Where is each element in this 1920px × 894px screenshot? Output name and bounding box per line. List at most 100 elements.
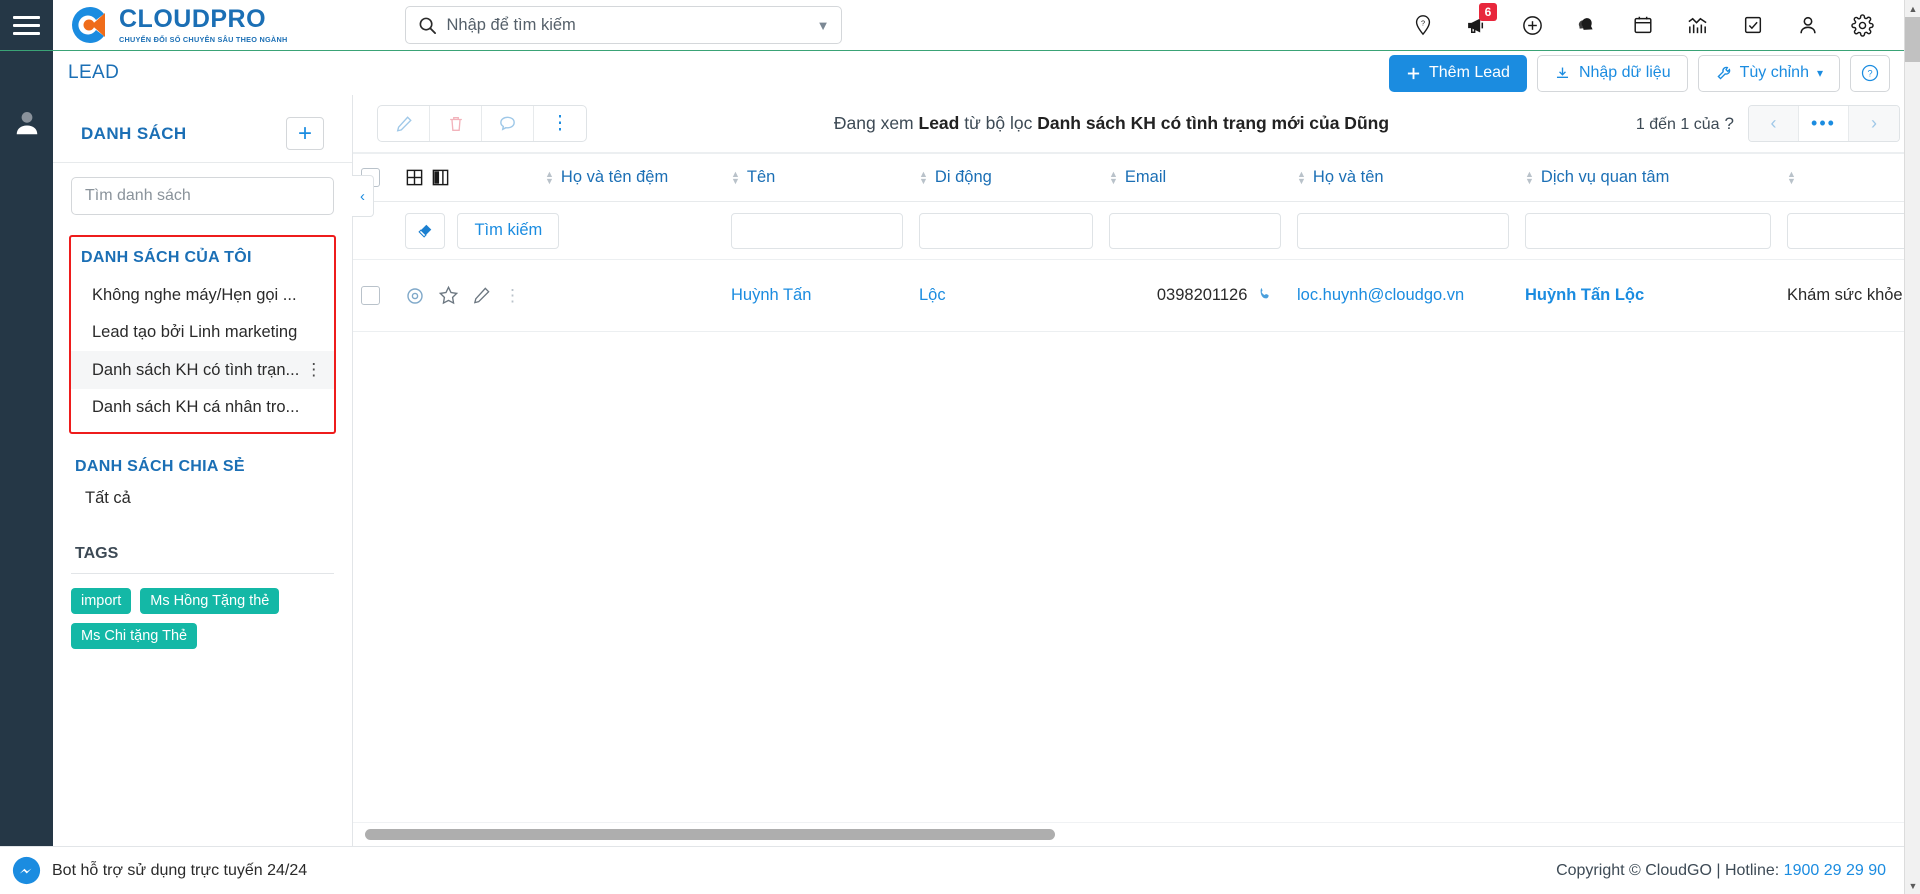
sidebar-collapse-button[interactable]: ‹ <box>352 175 374 217</box>
cell-link[interactable]: Lộc <box>919 286 946 304</box>
sidebar-shared-item-0[interactable]: Tất cả <box>53 480 352 517</box>
sort-icon[interactable]: ▲ ▼ <box>1525 169 1534 185</box>
column-header-dich-vu-quan-tam[interactable]: ▲ ▼ Dịch vụ quan tâm <box>1517 153 1779 202</box>
filter-input-cell-1 <box>911 201 1101 260</box>
pagination-label: 1 đến 1 của? <box>1636 114 1734 134</box>
filter-input-di-dong[interactable] <box>1109 212 1281 249</box>
sidebar-list-item-2[interactable]: Danh sách KH có tình trạn... ⋮ <box>71 351 334 389</box>
edit-icon[interactable] <box>472 286 491 305</box>
page-scrollbar[interactable]: ▲ ▼ <box>1904 0 1920 894</box>
location-help-icon[interactable]: ? <box>1395 0 1450 50</box>
filter-input-ho-va-ten-dem[interactable] <box>731 212 903 249</box>
pagination-prev-button[interactable]: ‹ <box>1749 106 1799 141</box>
row-actions-cell: ⋮ <box>397 259 723 332</box>
cell-dich-vu-quan-tam: Khám sức khỏe doanh nghiệp <box>1779 259 1920 332</box>
list-item-menu-icon[interactable]: ⋮ <box>299 360 323 380</box>
email-link[interactable]: loc.huynh@cloudgo.vn <box>1297 286 1464 304</box>
filter-input-dich-vu[interactable] <box>1787 212 1920 249</box>
call-icon[interactable] <box>1257 286 1273 302</box>
column-header-next[interactable]: ▲ ▼ <box>1779 153 1920 202</box>
sort-icon[interactable]: ▲ ▼ <box>1787 169 1796 185</box>
search-box[interactable]: ▼ <box>405 6 843 44</box>
user-icon[interactable] <box>1780 0 1835 50</box>
tag-chip-2[interactable]: Ms Chi tặng Thẻ <box>71 623 198 649</box>
column-label: Tên <box>746 168 776 186</box>
calendar-icon[interactable] <box>1615 0 1670 50</box>
import-data-button[interactable]: Nhập dữ liệu <box>1536 54 1688 92</box>
hotline-number[interactable]: 1900 29 29 90 <box>1784 862 1886 879</box>
row-checkbox[interactable] <box>361 286 380 306</box>
add-lead-button[interactable]: Thêm Lead <box>1389 54 1527 92</box>
filter-input-cell-3 <box>1289 201 1517 260</box>
fullname-link[interactable]: Huỳnh Tấn Lộc <box>1525 286 1644 304</box>
customize-button[interactable]: Tùy chỉnh ▾ <box>1697 54 1840 92</box>
tag-chip-0[interactable]: import <box>71 588 132 614</box>
megaphone-icon[interactable]: 6 <box>1450 0 1505 50</box>
list-item-label: Danh sách KH có tình trạn... <box>92 360 300 379</box>
sort-icon[interactable]: ▲ ▼ <box>731 169 740 185</box>
pagination-more-button[interactable]: ••• <box>1799 106 1849 141</box>
chat-bot-widget[interactable]: Bot hỗ trợ sử dụng trực tuyến 24/24 <box>12 856 307 885</box>
sidebar-list-item-1[interactable]: Lead tạo bởi Linh marketing <box>71 314 334 351</box>
column-label: Dịch vụ quan tâm <box>1540 168 1670 186</box>
add-list-button[interactable]: + <box>286 117 324 150</box>
split-view-icon[interactable] <box>431 168 450 187</box>
column-header-di-dong[interactable]: ▲ ▼ Di động <box>911 153 1101 202</box>
sort-icon[interactable]: ▲ ▼ <box>1297 169 1306 185</box>
help-button[interactable]: ? <box>1850 54 1890 92</box>
scroll-up-arrow[interactable]: ▲ <box>1905 0 1920 17</box>
search-input[interactable] <box>446 15 811 35</box>
tag-chip-1[interactable]: Ms Hồng Tặng thẻ <box>140 588 280 614</box>
scroll-down-arrow[interactable]: ▼ <box>1905 877 1920 894</box>
rail-spacer-top <box>0 51 53 95</box>
app-logo[interactable]: CLOUDPRO CHUYỂN ĐỔI SỐ CHUYÊN SÂU THEO N… <box>53 0 287 50</box>
grid-view-icon[interactable] <box>405 168 424 187</box>
sidebar-header: DANH SÁCH + <box>53 95 352 163</box>
delete-icon[interactable] <box>430 106 482 141</box>
column-label: Email <box>1124 168 1167 186</box>
list-sidebar: DANH SÁCH + DANH SÁCH CỦA TÔI Không nghe… <box>53 95 353 846</box>
settings-gear-icon[interactable] <box>1835 0 1890 50</box>
comment-icon[interactable] <box>482 106 534 141</box>
more-options-icon[interactable]: ⋮ <box>534 106 586 141</box>
avatar[interactable] <box>0 95 53 151</box>
filter-search-button[interactable]: Tìm kiếm <box>457 212 560 249</box>
view-icon[interactable] <box>405 286 425 306</box>
clear-filters-button[interactable] <box>405 212 445 249</box>
filter-entity: Lead <box>918 113 960 133</box>
star-icon[interactable] <box>438 285 459 306</box>
table-row[interactable]: ⋮ Huỳnh Tấn Lộc 0398201126 loc.huynh@clo… <box>353 259 1920 332</box>
horizontal-scrollbar[interactable] <box>365 829 1055 840</box>
filter-input-ho-va-ten[interactable] <box>1525 212 1771 249</box>
sidebar-list-item-0[interactable]: Không nghe máy/Hẹn gọi ... <box>71 277 334 314</box>
column-header-ho-va-ten[interactable]: ▲ ▼ Họ và tên <box>1289 153 1517 202</box>
phone-value: 0398201126 <box>1156 286 1248 304</box>
sidebar-list-item-3[interactable]: Danh sách KH cá nhân tro... <box>71 389 334 426</box>
add-circle-icon[interactable] <box>1505 0 1560 50</box>
filter-input-email[interactable] <box>1297 212 1509 249</box>
tags-list: import Ms Hồng Tặng thẻ Ms Chi tặng Thẻ <box>53 574 352 649</box>
sort-icon[interactable]: ▲ ▼ <box>545 169 554 185</box>
page-title: LEAD <box>68 62 120 83</box>
task-check-icon[interactable] <box>1725 0 1780 50</box>
scrollbar-thumb[interactable] <box>1905 17 1920 62</box>
more-icon[interactable]: ⋮ <box>504 287 521 304</box>
sort-icon[interactable]: ▲ ▼ <box>1109 169 1118 185</box>
search-dropdown-icon[interactable]: ▼ <box>817 18 830 33</box>
filter-input-ten[interactable] <box>919 212 1093 249</box>
pagination-next-button[interactable]: › <box>1849 106 1899 141</box>
column-label: Họ và tên <box>1312 168 1384 186</box>
edit-icon[interactable] <box>378 106 430 141</box>
list-search-input[interactable] <box>71 177 334 215</box>
bell-icon[interactable] <box>1560 0 1615 50</box>
list-item-label: Danh sách KH cá nhân tro... <box>92 398 300 416</box>
cell-link[interactable]: Huỳnh Tấn <box>731 286 811 304</box>
hamburger-menu-icon[interactable] <box>0 0 53 50</box>
column-header-ten[interactable]: ▲ ▼ Tên <box>723 153 911 202</box>
cell-di-dong: 0398201126 <box>1101 259 1289 332</box>
chart-icon[interactable] <box>1670 0 1725 50</box>
column-header-ho-va-ten-dem[interactable]: ▲ ▼ Họ và tên đệm <box>537 153 723 202</box>
column-header-email[interactable]: ▲ ▼ Email <box>1101 153 1289 202</box>
sort-icon[interactable]: ▲ ▼ <box>919 169 928 185</box>
filter-prefix: Đang xem <box>833 113 919 133</box>
